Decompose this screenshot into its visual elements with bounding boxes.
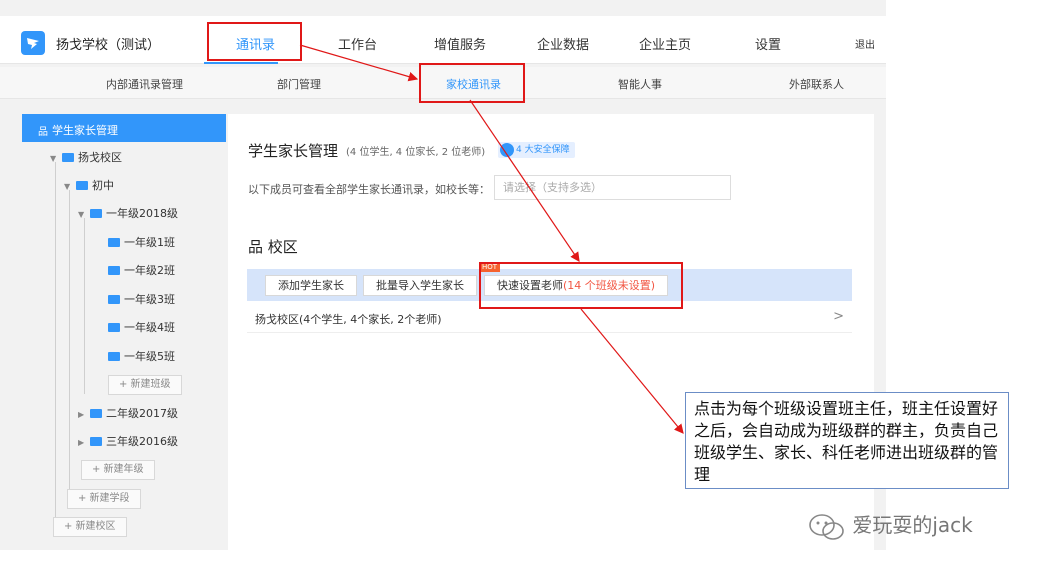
wechat-icon [809, 513, 844, 540]
annotation-callout: 点击为每个班级设置班主任，班主任设置好之后，会自动成为班级群的群主，负责自己班级… [685, 392, 1009, 489]
watermark-text: 爱玩耍的jack [852, 513, 973, 537]
watermark: 爱玩耍的jack [808, 509, 973, 542]
